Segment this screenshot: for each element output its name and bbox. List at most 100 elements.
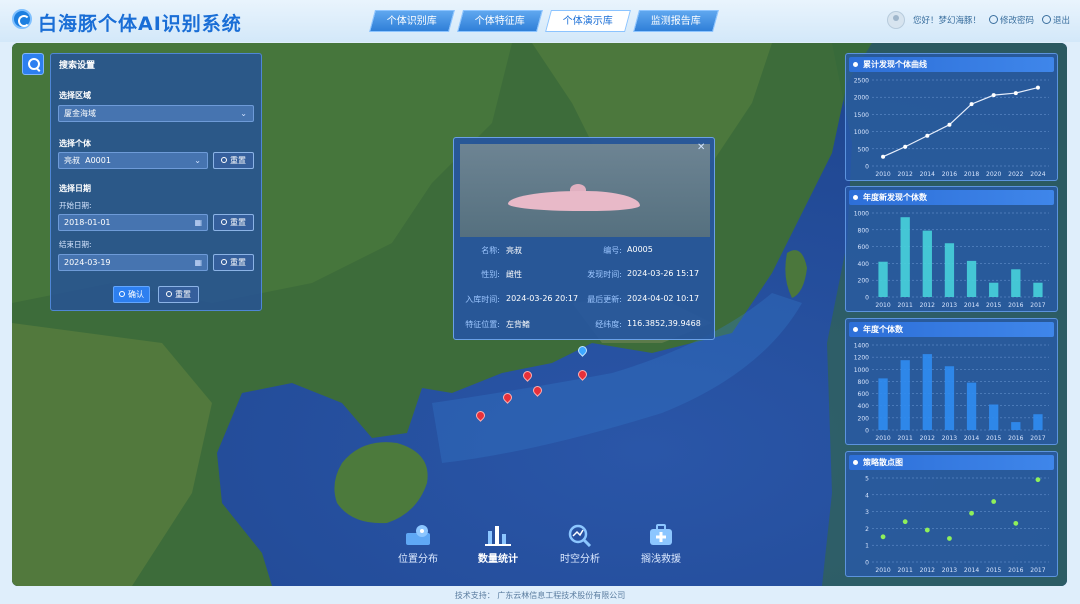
- bar: [966, 260, 977, 297]
- y-tick-label: 2500: [854, 78, 869, 85]
- start-date-input[interactable]: 2018-01-01 ▦: [58, 214, 208, 231]
- data-point: [881, 154, 886, 159]
- x-tick-label: 2011: [898, 567, 913, 574]
- bar: [1011, 422, 1021, 430]
- data-point: [925, 133, 930, 138]
- bar: [900, 360, 910, 430]
- x-tick-label: 2010: [875, 171, 890, 178]
- info-value: 116.3852,39.9468: [627, 319, 701, 328]
- end-date-input[interactable]: 2024-03-19 ▦: [58, 254, 208, 271]
- x-tick-label: 2024: [1030, 171, 1045, 178]
- region-select[interactable]: 厦金海域 ⌄: [58, 105, 254, 122]
- info-value: 亮叔: [506, 246, 522, 255]
- x-tick-label: 2016: [1008, 567, 1023, 574]
- bar: [989, 404, 999, 430]
- close-icon[interactable]: ✕: [697, 142, 705, 153]
- confirm-button[interactable]: 确认: [113, 286, 150, 303]
- x-tick-label: 2014: [920, 171, 935, 178]
- x-tick-label: 2013: [942, 435, 957, 442]
- y-tick-label: 400: [858, 261, 870, 268]
- reset-end-date-button[interactable]: 重置: [213, 254, 254, 271]
- x-tick-label: 2012: [920, 302, 935, 309]
- reset-individual-button[interactable]: 重置: [213, 152, 254, 169]
- chevron-down-icon: ⌄: [240, 109, 247, 118]
- info-key: 发现时间:: [587, 270, 622, 279]
- y-tick-label: 0: [865, 560, 869, 567]
- info-key: 性别:: [481, 270, 500, 279]
- chart-title: 年度个体数: [849, 322, 1054, 337]
- bar-chart-icon: [482, 523, 514, 547]
- y-tick-label: 1000: [854, 211, 869, 218]
- tab-individual-features[interactable]: 个体特征库: [457, 10, 543, 32]
- data-point: [969, 510, 974, 516]
- x-tick-label: 2011: [898, 302, 913, 309]
- search-toggle-button[interactable]: [22, 53, 44, 75]
- change-password-link[interactable]: 修改密码: [988, 14, 1034, 26]
- greeting-text: 您好！梦幻海豚！: [912, 16, 981, 26]
- reset-all-button[interactable]: 重置: [158, 286, 199, 303]
- y-tick-label: 600: [858, 244, 870, 251]
- chart-title: 策略散点图: [849, 455, 1054, 470]
- refresh-icon: [166, 291, 172, 297]
- info-value: 2024-04-02 10:17: [627, 294, 700, 303]
- x-tick-label: 2011: [898, 435, 913, 442]
- bar-chart: 0 200 400 600 800 1000 1200 1400 2010 2011 2012 201…: [854, 343, 1049, 442]
- line-chart: 0 500 1000 1500 2000 2500 2010 2012 2014 2016 2018…: [854, 78, 1049, 178]
- x-tick-label: 2010: [875, 567, 890, 574]
- y-tick-label: 500: [858, 146, 870, 153]
- y-tick-label: 3: [865, 509, 869, 516]
- info-value: 雌性: [506, 270, 522, 279]
- data-point: [947, 536, 952, 541]
- reset-start-date-button[interactable]: 重置: [213, 214, 254, 231]
- start-date-label: 开始日期:: [59, 201, 92, 210]
- chart-title: 累计发现个体曲线: [849, 57, 1054, 72]
- x-tick-label: 2010: [875, 435, 890, 442]
- bar: [989, 282, 999, 297]
- info-value: A0005: [627, 245, 653, 254]
- tab-individual-recognition[interactable]: 个体识别库: [369, 10, 455, 32]
- main-nav: 个体识别库 个体特征库 个体演示库 监测报告库: [369, 10, 719, 32]
- y-tick-label: 1000: [854, 367, 869, 374]
- info-key: 最后更新:: [587, 295, 622, 304]
- logout-link[interactable]: 退出: [1041, 14, 1070, 26]
- nav-location-distribution[interactable]: 位置分布: [383, 523, 453, 565]
- chart-panel-scatter: 策略散点图 0 1 2 3 4 5 2010 2011 2012 2013 2014 2015 2016…: [845, 451, 1058, 577]
- y-tick-label: 800: [858, 379, 870, 386]
- x-tick-label: 2010: [875, 302, 890, 309]
- individual-select[interactable]: 亮叔 A0001 ⌄: [58, 152, 208, 169]
- info-key: 入库时间:: [465, 295, 500, 304]
- y-tick-label: 5: [865, 476, 869, 483]
- data-point: [1013, 520, 1019, 526]
- individual-info-popup: ✕ 名称: 亮叔 编号: A0005 性别: 雌性 发现时间: 2024-03-…: [453, 137, 715, 340]
- y-tick-label: 0: [865, 295, 869, 302]
- nav-spatiotemporal-analysis[interactable]: 时空分析: [545, 523, 615, 565]
- y-tick-label: 400: [858, 403, 870, 410]
- x-tick-label: 2012: [898, 171, 913, 178]
- bar: [1033, 282, 1043, 297]
- bar: [1011, 269, 1021, 297]
- data-point: [1035, 477, 1041, 483]
- x-tick-label: 2020: [986, 171, 1001, 178]
- y-tick-label: 1400: [854, 343, 869, 350]
- tab-monitoring-report[interactable]: 监测报告库: [633, 10, 719, 32]
- x-tick-label: 2015: [986, 435, 1001, 442]
- location-icon: [402, 523, 434, 547]
- nav-stranding-rescue[interactable]: 搁浅救援: [626, 523, 696, 565]
- x-tick-label: 2013: [942, 302, 957, 309]
- y-tick-label: 800: [858, 227, 870, 234]
- x-tick-label: 2014: [964, 302, 979, 309]
- user-area: 您好！梦幻海豚！ 修改密码 退出: [886, 11, 1070, 29]
- info-key: 名称:: [481, 246, 500, 255]
- y-tick-label: 4: [865, 492, 869, 499]
- info-key: 特征位置:: [465, 320, 500, 329]
- tab-individual-demo[interactable]: 个体演示库: [545, 10, 631, 32]
- x-tick-label: 2018: [964, 171, 979, 178]
- data-point: [991, 93, 996, 98]
- nav-quantity-statistics[interactable]: 数量统计: [463, 523, 533, 565]
- avatar[interactable]: [886, 11, 905, 29]
- calendar-icon: ▦: [194, 218, 202, 227]
- info-value: 2024-03-26 20:17: [506, 294, 579, 303]
- rescue-icon: [645, 523, 677, 547]
- chart-title: 年度新发现个体数: [849, 190, 1054, 205]
- chart-panel-annual-individuals: 年度个体数 0 200 400 600 800 1000 1200 1400 2010 2011 2…: [845, 318, 1058, 445]
